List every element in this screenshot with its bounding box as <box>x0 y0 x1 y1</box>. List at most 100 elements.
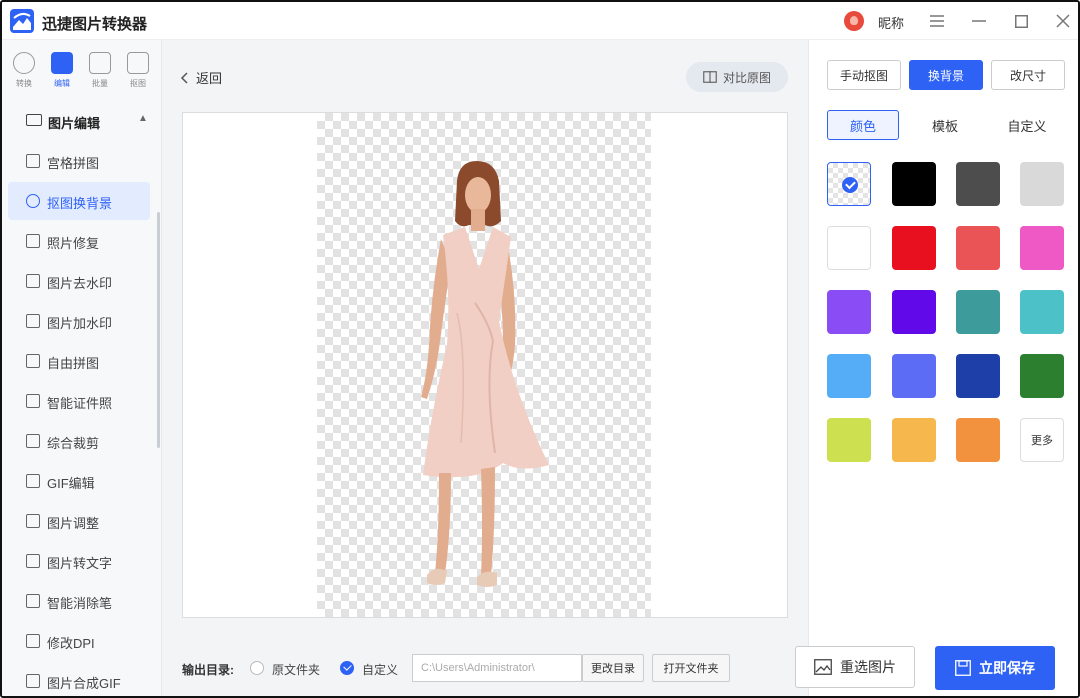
sidebar-item-cutout-background[interactable]: 抠图换背景 <box>8 182 150 220</box>
maximize-icon[interactable] <box>1010 10 1032 32</box>
output-path-field[interactable]: C:\Users\Administrator\ <box>412 654 582 682</box>
check-icon <box>842 177 858 193</box>
minimize-icon[interactable] <box>968 10 990 32</box>
reselect-image-label: 重选图片 <box>840 659 896 675</box>
output-directory-row: 输出目录: 原文件夹 自定义 C:\Users\Administrator\ 更… <box>162 650 808 684</box>
reselect-image-button[interactable]: 重选图片 <box>795 646 915 688</box>
convert-icon <box>13 52 35 74</box>
save-now-button[interactable]: 立即保存 <box>935 646 1055 690</box>
more-colors-button[interactable]: 更多 <box>1020 418 1064 462</box>
swatch-teal[interactable] <box>956 290 1000 334</box>
sidebar-item-label: 智能证件照 <box>47 396 113 411</box>
sidebar-item-remove-watermark[interactable]: 图片去水印 <box>8 262 150 300</box>
menu-icon[interactable] <box>926 10 948 32</box>
tab-cutout-label: 抠图 <box>130 79 146 88</box>
resize-button[interactable]: 改尺寸 <box>991 60 1065 90</box>
swatch-sky-blue[interactable] <box>827 354 871 398</box>
change-background-button[interactable]: 换背景 <box>909 60 983 90</box>
swatch-transparent[interactable] <box>827 162 871 206</box>
swatch-light-gray[interactable] <box>1020 162 1064 206</box>
avatar[interactable] <box>844 11 864 31</box>
swatch-navy[interactable] <box>956 354 1000 398</box>
swatch-coral[interactable] <box>956 226 1000 270</box>
app-window: 迅捷图片转换器 昵称 转换 编辑 批量 抠图 图片编辑 ▲ 宫格拼图 抠图换背景… <box>0 0 1080 698</box>
swatch-black[interactable] <box>892 162 936 206</box>
sidebar-item-image-to-text[interactable]: 图片转文字 <box>8 542 150 580</box>
section-image-edit[interactable]: 图片编辑 ▲ <box>2 104 161 138</box>
tab-custom[interactable]: 自定义 <box>991 110 1063 140</box>
sidebar-item-add-watermark[interactable]: 图片加水印 <box>8 302 150 340</box>
compare-label: 对比原图 <box>722 70 771 85</box>
radio-original-folder-label[interactable]: 原文件夹 <box>272 661 320 678</box>
swatch-orange[interactable] <box>956 418 1000 462</box>
cutout-icon <box>127 52 149 74</box>
swatch-lime[interactable] <box>827 418 871 462</box>
sidebar-item-image-adjust[interactable]: 图片调整 <box>8 502 150 540</box>
sidebar-item-smart-eraser[interactable]: 智能消除笔 <box>8 582 150 620</box>
compare-icon <box>703 71 717 83</box>
sidebar-item-gif-edit[interactable]: GIF编辑 <box>8 462 150 500</box>
back-label: 返回 <box>196 71 223 86</box>
tab-edit[interactable]: 编辑 <box>44 52 80 96</box>
swatch-violet[interactable] <box>827 290 871 334</box>
edit-icon <box>51 52 73 74</box>
back-button[interactable]: 返回 <box>180 68 222 87</box>
output-directory-label: 输出目录: <box>182 663 234 677</box>
tab-color[interactable]: 颜色 <box>827 110 899 140</box>
sidebar-item-crop[interactable]: 综合裁剪 <box>8 422 150 460</box>
remove-watermark-icon <box>26 274 40 288</box>
save-now-label: 立即保存 <box>979 660 1035 676</box>
sidebar-item-id-photo[interactable]: 智能证件照 <box>8 382 150 420</box>
sidebar-item-grid-collage[interactable]: 宫格拼图 <box>8 142 150 180</box>
sidebar-item-label: 智能消除笔 <box>47 596 113 611</box>
swatch-periwinkle[interactable] <box>892 354 936 398</box>
radio-custom-folder[interactable] <box>340 661 354 675</box>
sidebar-item-modify-dpi[interactable]: 修改DPI <box>8 622 150 660</box>
change-directory-button[interactable]: 更改目录 <box>582 654 644 682</box>
swatch-pink[interactable] <box>1020 226 1064 270</box>
radio-custom-folder-label[interactable]: 自定义 <box>362 661 398 678</box>
batch-icon <box>89 52 111 74</box>
sidebar-item-label: 图片调整 <box>47 516 100 531</box>
sidebar-item-label: 照片修复 <box>47 236 100 251</box>
swatch-red[interactable] <box>892 226 936 270</box>
workspace: 返回 对比原图 输出目录: 原文件夹 自定义 C:\Users\Administ… <box>162 40 808 696</box>
app-title: 迅捷图片转换器 <box>42 16 148 33</box>
crop-icon <box>26 434 40 448</box>
image-preview[interactable] <box>182 112 788 618</box>
close-icon[interactable] <box>1052 10 1074 32</box>
dpi-icon <box>26 634 40 648</box>
swatch-white[interactable] <box>827 226 871 270</box>
tab-template[interactable]: 模板 <box>909 110 981 140</box>
sidebar-item-make-gif[interactable]: 图片合成GIF <box>8 662 150 696</box>
tab-cutout[interactable]: 抠图 <box>120 52 156 96</box>
swatch-purple[interactable] <box>892 290 936 334</box>
ocr-icon <box>26 554 40 568</box>
user-name[interactable]: 昵称 <box>878 13 904 32</box>
transparent-background <box>317 113 651 617</box>
compare-original-button[interactable]: 对比原图 <box>686 62 788 92</box>
sidebar-item-label: 自由拼图 <box>47 356 100 371</box>
sidebar-item-label: 抠图换背景 <box>47 196 113 211</box>
tab-convert[interactable]: 转换 <box>6 52 42 96</box>
gif-icon <box>26 474 40 488</box>
collage-icon <box>26 354 40 368</box>
sidebar-scrollbar[interactable] <box>157 212 160 448</box>
make-gif-icon <box>26 674 40 688</box>
radio-original-folder[interactable] <box>250 661 264 675</box>
section-label: 图片编辑 <box>48 116 101 131</box>
sidebar-item-photo-repair[interactable]: 照片修复 <box>8 222 150 260</box>
chevron-up-icon: ▲ <box>138 113 148 124</box>
tab-batch[interactable]: 批量 <box>82 52 118 96</box>
sidebar-item-label: 图片转文字 <box>47 556 113 571</box>
swatch-dark-gray[interactable] <box>956 162 1000 206</box>
image-edit-icon <box>26 114 42 126</box>
swatch-cyan[interactable] <box>1020 290 1064 334</box>
swatch-green[interactable] <box>1020 354 1064 398</box>
swatch-amber[interactable] <box>892 418 936 462</box>
open-folder-button[interactable]: 打开文件夹 <box>652 654 730 682</box>
sidebar-item-free-collage[interactable]: 自由拼图 <box>8 342 150 380</box>
manual-cutout-button[interactable]: 手动抠图 <box>827 60 901 90</box>
id-photo-icon <box>26 394 40 408</box>
image-icon <box>814 659 832 675</box>
